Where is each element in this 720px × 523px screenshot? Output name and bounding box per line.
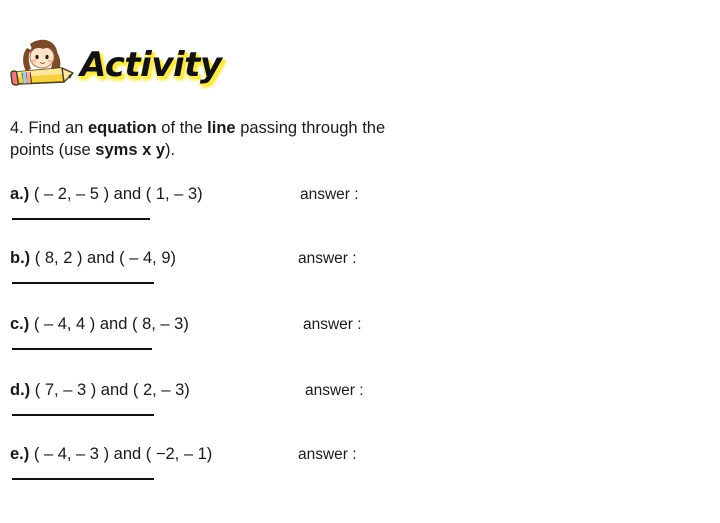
problem-item-a: a.) ( – 2, – 5 ) and ( 1, – 3) answer : — [10, 185, 710, 231]
question-stem-keyword-syms: syms x y — [95, 140, 166, 159]
problem-b-label: b.) — [10, 249, 31, 267]
problem-item-b: b.) ( 8, 2 ) and ( – 4, 9) answer : — [10, 249, 710, 295]
problem-e-text: e.) ( – 4, – 3 ) and ( −2, – 1) — [10, 445, 212, 464]
question-stem: 4. Find an equation of the line passing … — [10, 118, 430, 162]
banner-title: Activity — [80, 45, 222, 85]
question-stem-part-3: of the — [156, 119, 208, 137]
problem-e-label: e.) — [10, 445, 30, 463]
problem-d-text: d.) ( 7, – 3 ) and ( 2, – 3) — [10, 381, 190, 400]
problem-c-text: c.) ( – 4, 4 ) and ( 8, – 3) — [10, 315, 189, 334]
question-stem-part-7: ). — [165, 140, 176, 159]
answer-label-a: answer : — [300, 186, 359, 203]
answer-blank-c[interactable] — [12, 348, 152, 350]
problem-item-d: d.) ( 7, – 3 ) and ( 2, – 3) answer : — [10, 381, 710, 427]
problem-a-points: ( – 2, – 5 ) and ( 1, – 3) — [33, 185, 203, 203]
activity-banner: Activity — [10, 34, 222, 94]
problem-d-points: ( 7, – 3 ) and ( 2, – 3) — [34, 381, 190, 399]
answer-label-d: answer : — [305, 382, 364, 399]
pencil-girl-icon — [10, 38, 76, 90]
question-stem-part-1: 4. Find an — [10, 119, 88, 137]
problem-item-e: e.) ( – 4, – 3 ) and ( −2, – 1) answer : — [10, 445, 710, 491]
answer-blank-e[interactable] — [12, 478, 154, 480]
answer-blank-d[interactable] — [12, 414, 154, 416]
answer-blank-b[interactable] — [12, 282, 154, 284]
problem-item-c: c.) ( – 4, 4 ) and ( 8, – 3) answer : — [10, 315, 710, 361]
problem-b-points: ( 8, 2 ) and ( – 4, 9) — [34, 249, 176, 267]
problem-d-label: d.) — [10, 381, 31, 399]
problem-a-text: a.) ( – 2, – 5 ) and ( 1, – 3) — [10, 185, 203, 204]
problem-a-label: a.) — [10, 185, 30, 203]
answer-label-e: answer : — [298, 446, 357, 463]
question-stem-keyword-line: line — [207, 119, 236, 137]
problem-c-points: ( – 4, 4 ) and ( 8, – 3) — [33, 315, 189, 333]
problem-e-points: ( – 4, – 3 ) and ( −2, – 1) — [33, 445, 213, 463]
answer-blank-a[interactable] — [12, 218, 150, 220]
answer-label-b: answer : — [298, 250, 357, 267]
problem-b-text: b.) ( 8, 2 ) and ( – 4, 9) — [10, 249, 176, 268]
question-stem-keyword-equation: equation — [87, 119, 157, 137]
answer-label-c: answer : — [303, 316, 362, 333]
problem-c-label: c.) — [10, 315, 30, 333]
